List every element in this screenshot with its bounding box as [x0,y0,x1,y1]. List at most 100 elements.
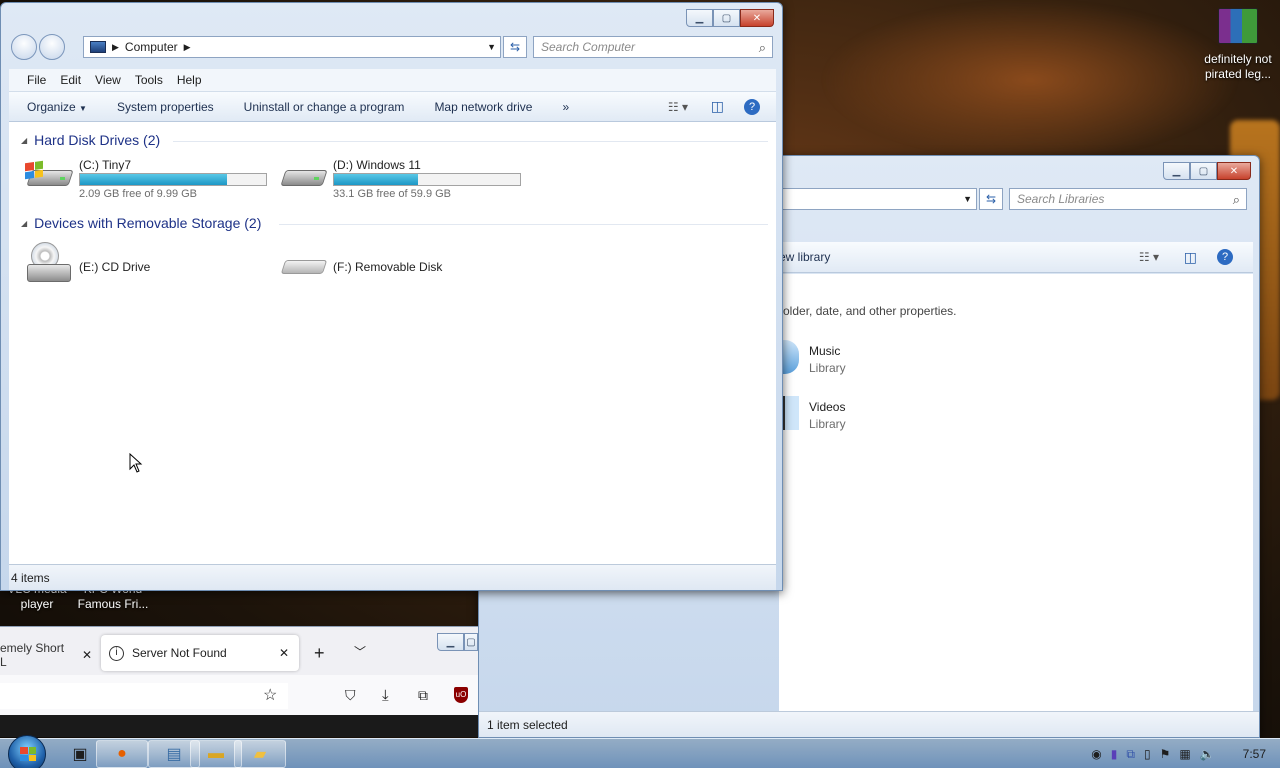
group-removable-storage[interactable]: ◢ Devices with Removable Storage (2) [21,215,261,231]
taskbar-firefox-icon[interactable]: ● [96,740,148,768]
drive-usage-bar [79,173,267,186]
pocket-icon[interactable]: ⛉ [345,687,356,704]
start-button[interactable] [8,735,46,768]
minimize-button[interactable]: ▁ [1163,162,1190,180]
search-icon: ⌕ [758,40,766,55]
ublock-icon[interactable]: uO [454,687,468,703]
clock[interactable]: 7:57 [1243,747,1266,761]
libraries-address-row: ▼ ⇆ Search Libraries ⌕ [779,188,1247,210]
minimize-button[interactable]: ▁ [686,9,713,27]
display-icon[interactable]: ⧉ [1126,747,1135,762]
chevron-down-icon[interactable]: ▼ [487,42,496,52]
refresh-icon[interactable]: ⇆ [979,188,1003,210]
computer-caption-buttons: ▁ ▢ ✕ [686,9,774,27]
menu-file[interactable]: File [27,73,46,87]
firefox-caption-buttons: ▁ ▢ [437,633,478,651]
menu-view[interactable]: View [95,73,121,87]
volume-icon[interactable]: 🔈 [1200,747,1215,761]
close-icon[interactable]: ✕ [279,646,289,660]
winrar-archive-icon [1218,8,1258,44]
refresh-icon[interactable]: ⇆ [503,36,527,58]
download-icon[interactable]: ⤓ [382,687,389,704]
view-options-icon[interactable]: ☷ ▾ [668,100,688,114]
organize-button[interactable]: Organize ▼ [27,100,87,114]
drive-c[interactable]: (C:) Tiny7 2.09 GB free of 9.99 GB [25,158,267,200]
computer-address-bar[interactable]: ▶ Computer ▶ ▼ [83,36,501,58]
preview-pane-icon[interactable]: ◫ [711,98,724,115]
collapse-triangle-icon[interactable]: ◢ [21,219,27,228]
desktop-icon-label: definitely not pirated leg... [1204,52,1272,81]
library-name: Music [809,344,841,358]
close-button[interactable]: ✕ [1217,162,1251,180]
cd-drive-icon [25,242,73,286]
drive-name: (E:) CD Drive [79,260,151,274]
command-bar: Organize ▼ System properties Uninstall o… [9,91,776,122]
close-icon[interactable]: ✕ [82,648,92,662]
back-button[interactable] [11,34,37,60]
maximize-button[interactable]: ▢ [1190,162,1217,180]
document-icon[interactable]: ▯ [1144,747,1151,761]
breadcrumb-arrow-icon[interactable]: ▶ [184,42,191,53]
taskbar-folder-icon[interactable]: ▰ [234,740,286,768]
group-title: Devices with Removable Storage (2) [34,215,262,231]
firefox-page-area [0,715,478,737]
extensions-icon[interactable]: ⧉ [418,687,428,704]
tab-title: emely Short L [0,641,65,669]
libraries-info-text: older, date, and other properties. [783,304,957,318]
system-tray: ◉ ▮ ⧉ ▯ ⚑ ▦ 🔈 7:57 [1082,739,1270,768]
menu-help[interactable]: Help [177,73,202,87]
group-divider [173,141,768,142]
bookmark-star-icon[interactable]: ☆ [263,685,277,705]
preview-pane-icon[interactable]: ◫ [1184,249,1197,266]
browser-tab[interactable]: emely Short L ✕ [0,641,92,669]
map-network-drive-button[interactable]: Map network drive [434,100,532,114]
libraries-caption-buttons: ▁ ▢ ✕ [1163,162,1251,180]
firefox-nav-bar: ☆ ⛉ ⤓ ⧉ uO [0,675,478,715]
drive-e[interactable]: (E:) CD Drive [25,242,150,286]
libraries-address-bar[interactable]: ▼ [779,188,977,210]
help-icon[interactable]: ? [1217,249,1233,265]
collapse-triangle-icon[interactable]: ◢ [21,136,27,145]
maximize-button[interactable]: ▢ [464,633,478,651]
computer-icon [90,41,106,53]
minimize-button[interactable]: ▁ [437,633,464,651]
help-icon[interactable]: ? [744,98,760,115]
more-commands-button[interactable]: » [562,100,569,114]
drive-d[interactable]: (D:) Windows 11 33.1 GB free of 59.9 GB [279,158,521,200]
group-title: Hard Disk Drives (2) [34,132,161,148]
system-properties-button[interactable]: System properties [117,100,214,114]
microphone-icon[interactable]: ▮ [1111,747,1118,761]
chevron-down-icon[interactable]: ▼ [963,194,972,204]
libraries-status-bar: 1 item selected [479,711,1259,737]
breadcrumb-computer[interactable]: Computer [125,40,178,54]
view-options-icon[interactable]: ☷ ▾ [1139,250,1159,264]
breadcrumb-arrow-icon[interactable]: ▶ [112,42,119,53]
menu-tools[interactable]: Tools [135,73,163,87]
group-hard-disk-drives[interactable]: ◢ Hard Disk Drives (2) [21,132,160,148]
maximize-button[interactable]: ▢ [713,9,740,27]
close-button[interactable]: ✕ [740,9,774,27]
url-bar[interactable] [0,683,288,709]
action-center-flag-icon[interactable]: ⚑ [1160,747,1171,761]
menu-edit[interactable]: Edit [60,73,81,87]
network-globe-icon[interactable]: ◉ [1091,747,1101,761]
library-name: Videos [809,400,846,414]
new-library-button[interactable]: ew library [779,250,830,264]
forward-button[interactable] [39,34,65,60]
hard-drive-icon [279,158,328,192]
uninstall-program-button[interactable]: Uninstall or change a program [244,100,405,114]
library-item-videos[interactable]: Videos Library [809,400,846,431]
drive-free-space: 33.1 GB free of 59.9 GB [333,188,452,200]
computer-search-input[interactable]: Search Computer ⌕ [533,36,773,58]
removable-disk-icon [279,250,328,280]
firefox-window: ▁ ▢ emely Short L ✕ i Server Not Found ✕… [0,626,478,737]
library-item-music[interactable]: Music Library [809,344,846,375]
browser-tab-active[interactable]: i Server Not Found ✕ [101,635,299,671]
new-tab-button[interactable]: + [314,643,325,664]
libraries-search-input[interactable]: Search Libraries ⌕ [1009,188,1247,210]
drive-name: (C:) Tiny7 [79,158,132,172]
desktop-icon-winrar[interactable]: definitely not pirated leg... [1198,8,1278,82]
drive-f[interactable]: (F:) Removable Disk [279,250,442,280]
tab-list-chevron-icon[interactable]: ﹀ [354,643,366,660]
network-icon[interactable]: ▦ [1179,747,1190,761]
